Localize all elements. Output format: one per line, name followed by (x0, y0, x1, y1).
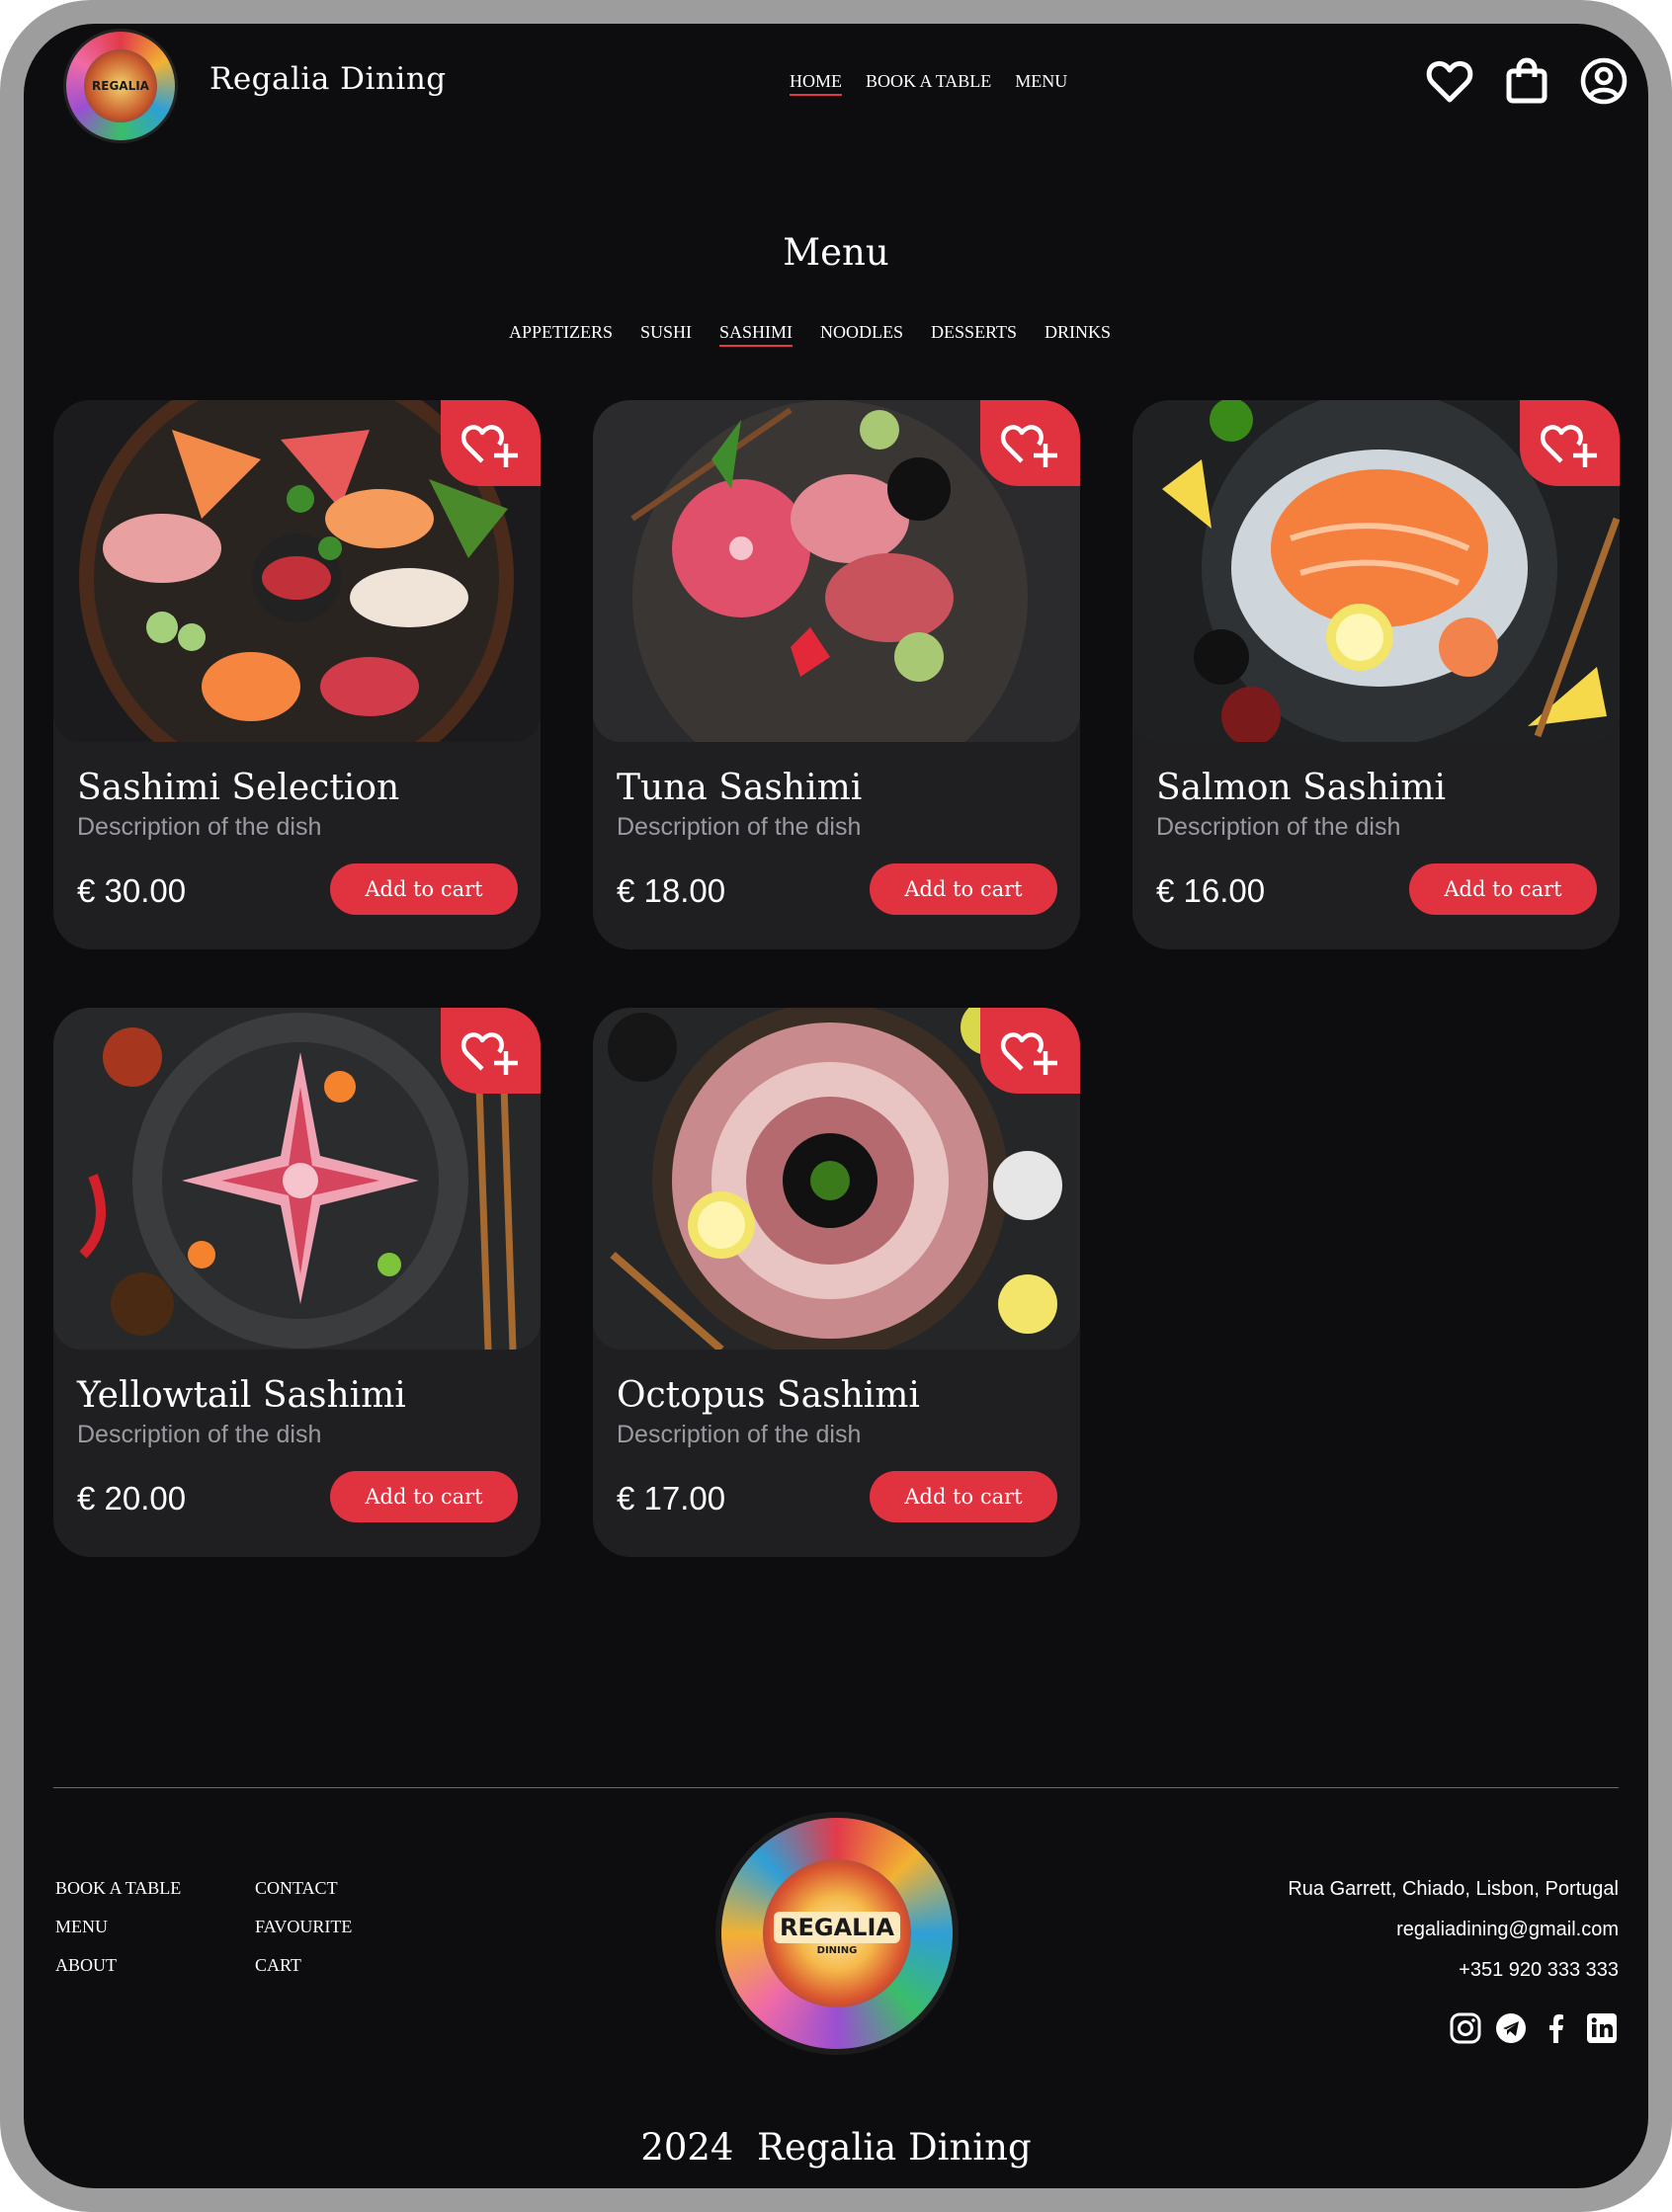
copyright: 2024 Regalia Dining (640, 2126, 1032, 2169)
user-icon[interactable] (1578, 55, 1630, 107)
footer-link-favourite[interactable]: FAVOURITE (255, 1908, 352, 1946)
social-links (1449, 2011, 1619, 2045)
add-to-cart-button[interactable]: Add to cart (330, 863, 518, 915)
email[interactable]: regaliadining@gmail.com (1288, 1910, 1619, 1950)
contact-info: Rua Garrett, Chiado, Lisbon, Portugal re… (1288, 1869, 1619, 1991)
device-frame: REGALIA Regalia Dining HOME BOOK A TABLE… (0, 0, 1672, 2212)
add-to-cart-button[interactable]: Add to cart (330, 1471, 518, 1522)
dish-price: € 30.00 (77, 872, 187, 909)
footer-link-contact[interactable]: CONTACT (255, 1869, 352, 1908)
add-to-cart-button[interactable]: Add to cart (870, 1471, 1057, 1522)
brand-name[interactable]: Regalia Dining (209, 61, 447, 97)
logo[interactable]: REGALIA (63, 29, 178, 143)
dish-price: € 20.00 (77, 1480, 187, 1516)
footer-link-menu[interactable]: MENU (55, 1908, 181, 1946)
dish-card: Sashimi Selection Description of the dis… (53, 400, 541, 949)
linkedin-icon[interactable] (1585, 2011, 1619, 2045)
header-icons (1424, 55, 1630, 107)
add-to-cart-button[interactable]: Add to cart (870, 863, 1057, 915)
heart-icon[interactable] (1424, 55, 1475, 107)
footer-link-cart[interactable]: CART (255, 1946, 352, 1985)
nav-home[interactable]: HOME (790, 71, 842, 96)
address: Rua Garrett, Chiado, Lisbon, Portugal (1288, 1878, 1619, 1900)
add-to-favourites-button[interactable] (1520, 400, 1620, 486)
tab-drinks[interactable]: DRINKS (1045, 322, 1111, 347)
add-to-favourites-button[interactable] (980, 400, 1080, 486)
footer-links-col1: BOOK A TABLE MENU ABOUT (55, 1869, 181, 1985)
main-nav: HOME BOOK A TABLE MENU (790, 71, 1067, 96)
page-title: Menu (783, 231, 889, 274)
dish-card: Tuna Sashimi Description of the dish € 1… (593, 400, 1080, 949)
dish-description: Description of the dish (617, 1421, 862, 1448)
dish-card: Yellowtail Sashimi Description of the di… (53, 1008, 541, 1557)
tab-sashimi[interactable]: SASHIMI (719, 322, 794, 347)
dish-name: Octopus Sashimi (617, 1375, 920, 1416)
logo-text: REGALIA (92, 79, 149, 93)
dish-description: Description of the dish (617, 813, 862, 841)
footer-divider (53, 1787, 1619, 1788)
heart-plus-icon (460, 1031, 518, 1075)
dish-description: Description of the dish (1156, 813, 1401, 841)
nav-menu[interactable]: MENU (1015, 71, 1067, 96)
instagram-icon[interactable] (1449, 2011, 1482, 2045)
heart-plus-icon (1000, 424, 1057, 467)
shopping-bag-icon[interactable] (1501, 55, 1552, 107)
dish-description: Description of the dish (77, 813, 322, 841)
nav-book-a-table[interactable]: BOOK A TABLE (866, 71, 991, 96)
tab-desserts[interactable]: DESSERTS (931, 322, 1017, 347)
dish-name: Yellowtail Sashimi (77, 1375, 406, 1416)
footer-link-book-a-table[interactable]: BOOK A TABLE (55, 1869, 181, 1908)
phone[interactable]: +351 920 333 333 (1288, 1950, 1619, 1991)
facebook-icon[interactable] (1540, 2011, 1573, 2045)
dish-card: Salmon Sashimi Description of the dish €… (1132, 400, 1620, 949)
dish-price: € 16.00 (1156, 872, 1266, 909)
heart-plus-icon (460, 424, 518, 467)
add-to-favourites-button[interactable] (980, 1008, 1080, 1094)
footer-links-col2: CONTACT FAVOURITE CART (255, 1869, 352, 1985)
category-tabs: APPETIZERS SUSHI SASHIMI NOODLES DESSERT… (509, 322, 1111, 347)
footer-logo-subtext: DINING (816, 1944, 858, 1956)
footer-logo-text: REGALIA (774, 1911, 900, 1943)
footer-link-about[interactable]: ABOUT (55, 1946, 181, 1985)
tab-noodles[interactable]: NOODLES (820, 322, 903, 347)
footer-logo[interactable]: REGALIA DINING (715, 1812, 959, 2055)
add-to-cart-button[interactable]: Add to cart (1409, 863, 1597, 915)
dish-price: € 17.00 (617, 1480, 726, 1516)
dish-name: Salmon Sashimi (1156, 768, 1447, 808)
screen: REGALIA Regalia Dining HOME BOOK A TABLE… (24, 24, 1648, 2188)
telegram-icon[interactable] (1494, 2011, 1528, 2045)
dish-price: € 18.00 (617, 872, 726, 909)
add-to-favourites-button[interactable] (441, 1008, 541, 1094)
dish-name: Sashimi Selection (77, 768, 400, 808)
add-to-favourites-button[interactable] (441, 400, 541, 486)
tab-sushi[interactable]: SUSHI (640, 322, 692, 347)
dish-description: Description of the dish (77, 1421, 322, 1448)
heart-plus-icon (1540, 424, 1597, 467)
heart-plus-icon (1000, 1031, 1057, 1075)
dish-card: Octopus Sashimi Description of the dish … (593, 1008, 1080, 1557)
tab-appetizers[interactable]: APPETIZERS (509, 322, 613, 347)
dish-name: Tuna Sashimi (617, 768, 863, 808)
